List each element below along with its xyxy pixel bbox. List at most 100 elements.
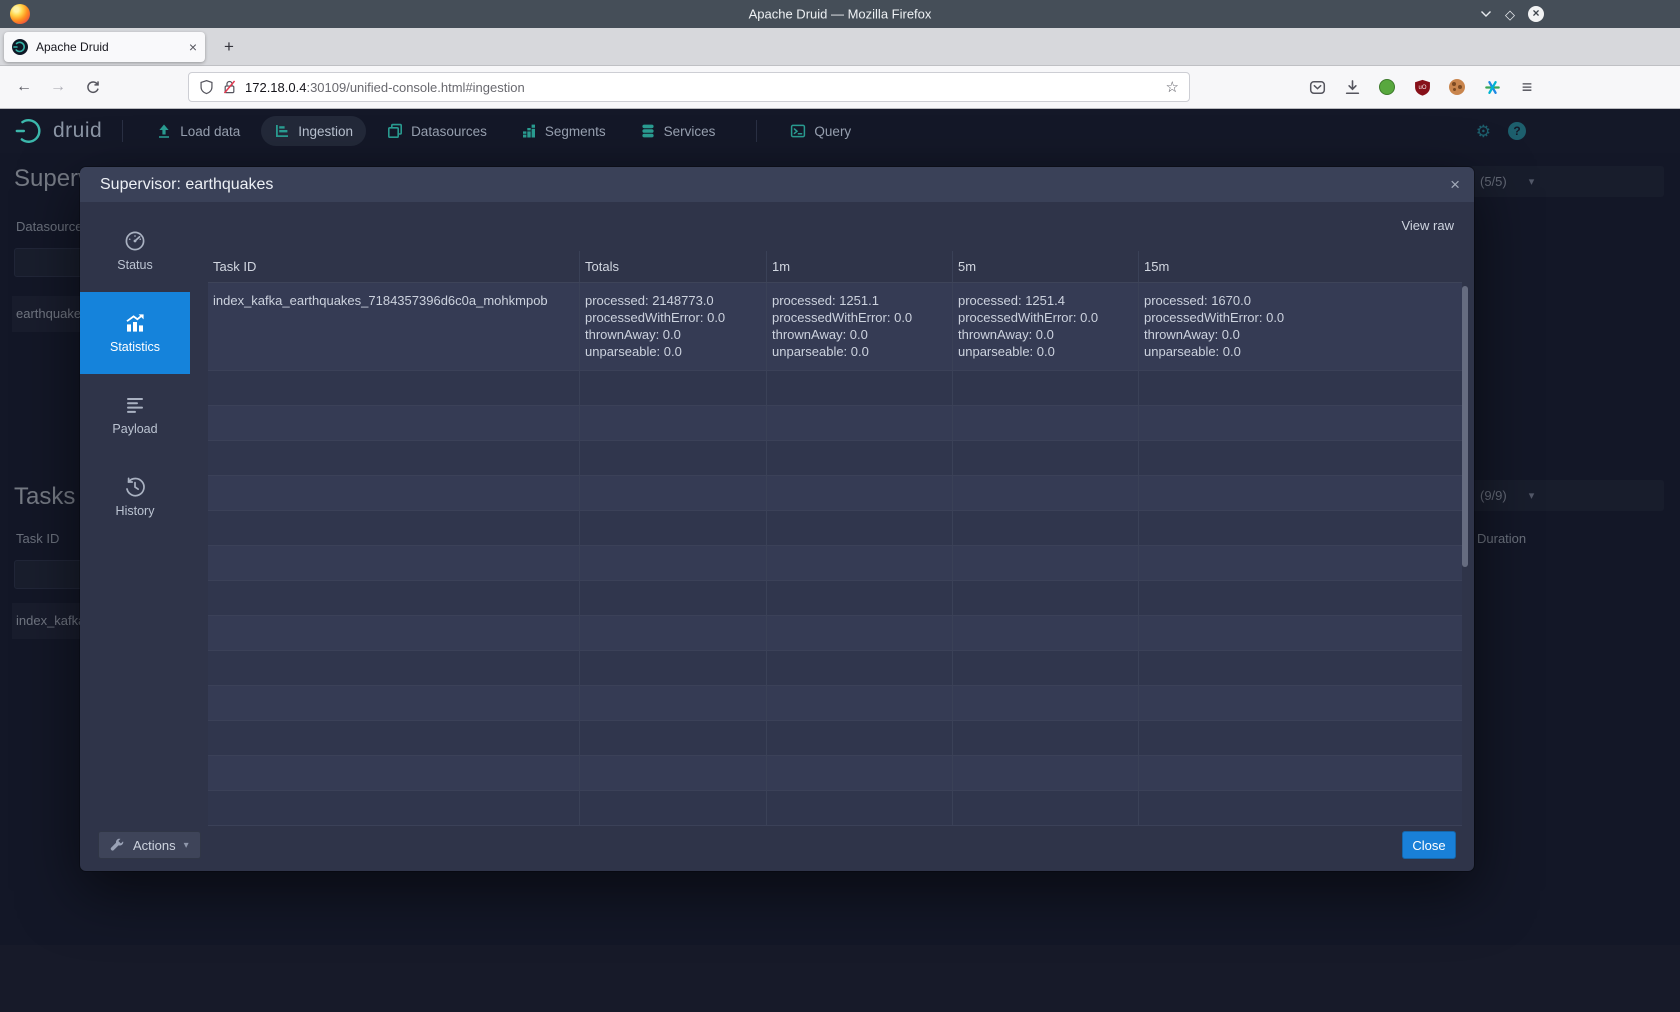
back-button[interactable]: ← xyxy=(10,73,38,101)
nav-item-label: Services xyxy=(664,124,716,139)
nav-item-label: Ingestion xyxy=(298,124,353,139)
table-row-empty xyxy=(208,581,1462,616)
ublock-origin-icon[interactable]: uO xyxy=(1413,78,1431,96)
empty-cell xyxy=(1139,546,1462,580)
table-row-empty xyxy=(208,476,1462,511)
asterisk-extension-icon[interactable] xyxy=(1483,78,1501,96)
browser-tab-apache-druid[interactable]: Apache Druid × xyxy=(4,32,205,62)
services-icon xyxy=(640,123,656,139)
reload-button[interactable] xyxy=(78,73,106,101)
nav-item-label: Load data xyxy=(180,124,240,139)
empty-cell xyxy=(580,511,767,545)
reload-icon xyxy=(85,80,100,95)
metric-line: unparseable: 0.0 xyxy=(1144,343,1454,360)
empty-cell xyxy=(1139,616,1462,650)
dialog-header: Supervisor: earthquakes × xyxy=(80,167,1474,202)
actions-button[interactable]: Actions ▾ xyxy=(98,831,201,859)
nav-item-segments[interactable]: Segments xyxy=(508,116,619,146)
nav-divider xyxy=(756,120,757,142)
window-close-icon[interactable]: × xyxy=(1528,6,1544,22)
status-gauge-icon xyxy=(124,230,146,252)
window-maximize-icon[interactable]: ◇ xyxy=(1505,8,1515,21)
col-header-15m[interactable]: 15m xyxy=(1139,251,1462,282)
tab-statistics[interactable]: Statistics xyxy=(80,292,190,374)
empty-cell xyxy=(953,511,1139,545)
load-data-icon xyxy=(156,123,172,139)
dialog-close-icon[interactable]: × xyxy=(1450,176,1460,193)
metric-line: processed: 1670.0 xyxy=(1144,292,1454,309)
help-icon[interactable]: ? xyxy=(1508,122,1526,140)
tab-close-icon[interactable]: × xyxy=(189,40,197,54)
col-header-task-id[interactable]: Task ID xyxy=(208,251,580,282)
table-row[interactable]: index_kafka_earthquakes_7184357396d6c0a_… xyxy=(208,283,1462,371)
forward-button[interactable]: → xyxy=(44,73,72,101)
nav-item-datasources[interactable]: Datasources xyxy=(374,116,500,146)
nav-item-query[interactable]: Query xyxy=(777,116,864,146)
tab-payload[interactable]: Payload xyxy=(80,374,190,456)
cell-15m: processed: 1670.0 processedWithError: 0.… xyxy=(1139,283,1462,370)
druid-brand[interactable]: druid xyxy=(14,116,102,146)
nav-item-load-data[interactable]: Load data xyxy=(143,116,253,146)
close-button[interactable]: Close xyxy=(1402,831,1456,859)
url-text[interactable]: 172.18.0.4:30109/unified-console.html#in… xyxy=(245,80,1158,95)
empty-cell xyxy=(953,371,1139,405)
empty-cell xyxy=(1139,686,1462,720)
metric-line: processed: 1251.1 xyxy=(772,292,944,309)
wrench-icon xyxy=(110,838,125,853)
cell-task-id: index_kafka_earthquakes_7184357396d6c0a_… xyxy=(208,283,580,370)
tab-status[interactable]: Status xyxy=(80,210,190,292)
pocket-icon[interactable] xyxy=(1308,78,1326,96)
cell-1m: processed: 1251.1 processedWithError: 0.… xyxy=(767,283,953,370)
empty-cell xyxy=(208,511,580,545)
empty-cell xyxy=(953,651,1139,685)
menu-hamburger-icon[interactable]: ≡ xyxy=(1518,78,1536,96)
datasources-icon xyxy=(387,123,403,139)
window-minimize-icon[interactable] xyxy=(1480,10,1492,18)
shield-permissions-icon[interactable] xyxy=(199,79,214,95)
col-header-1m[interactable]: 1m xyxy=(767,251,953,282)
bookmark-star-icon[interactable]: ☆ xyxy=(1166,78,1179,96)
empty-cell xyxy=(208,476,580,510)
insecure-lock-icon[interactable] xyxy=(222,79,237,95)
empty-cell xyxy=(767,616,953,650)
download-icon[interactable] xyxy=(1343,78,1361,96)
tab-history[interactable]: History xyxy=(80,456,190,538)
col-header-totals[interactable]: Totals xyxy=(580,251,767,282)
col-header-5m[interactable]: 5m xyxy=(953,251,1139,282)
window-titlebar: Apache Druid — Mozilla Firefox ◇ × xyxy=(0,0,1680,28)
empty-cell xyxy=(208,406,580,440)
empty-cell xyxy=(580,721,767,755)
nav-item-ingestion[interactable]: Ingestion xyxy=(261,116,366,146)
caret-down-icon: ▾ xyxy=(184,840,189,851)
empty-cell xyxy=(1139,371,1462,405)
new-tab-button[interactable]: + xyxy=(215,33,243,61)
browser-toolbar: ← → 172.18.0.4:30109/unified-console.htm… xyxy=(0,66,1680,109)
empty-cell xyxy=(953,686,1139,720)
druid-console-page: Supervisors Datasource earthquakes (5/5)… xyxy=(0,153,1680,1012)
cookie-icon[interactable] xyxy=(1448,78,1466,96)
privacy-badger-icon[interactable] xyxy=(1378,78,1396,96)
empty-cell xyxy=(767,511,953,545)
url-bar[interactable]: 172.18.0.4:30109/unified-console.html#in… xyxy=(188,72,1190,102)
empty-cell xyxy=(208,651,580,685)
ingestion-icon xyxy=(274,123,290,139)
svg-text:uO: uO xyxy=(1418,84,1426,90)
dialog-body: Status Statistics xyxy=(80,202,1474,819)
empty-cell xyxy=(767,756,953,790)
empty-cell xyxy=(767,581,953,615)
settings-gear-icon[interactable]: ⚙ xyxy=(1476,123,1491,140)
empty-cell xyxy=(208,371,580,405)
nav-item-services[interactable]: Services xyxy=(627,116,729,146)
table-row-empty xyxy=(208,441,1462,476)
empty-cell xyxy=(767,721,953,755)
metric-line: processed: 2148773.0 xyxy=(585,292,758,309)
dialog-footer: Actions ▾ Close xyxy=(80,819,1474,871)
view-raw-link[interactable]: View raw xyxy=(1401,218,1454,233)
segments-icon xyxy=(521,123,537,139)
window-controls: ◇ × xyxy=(1480,6,1670,22)
empty-cell xyxy=(208,581,580,615)
window-title: Apache Druid — Mozilla Firefox xyxy=(749,7,932,22)
table-scrollbar-thumb[interactable] xyxy=(1462,286,1468,567)
metric-line: processedWithError: 0.0 xyxy=(585,309,758,326)
empty-cell xyxy=(1139,441,1462,475)
